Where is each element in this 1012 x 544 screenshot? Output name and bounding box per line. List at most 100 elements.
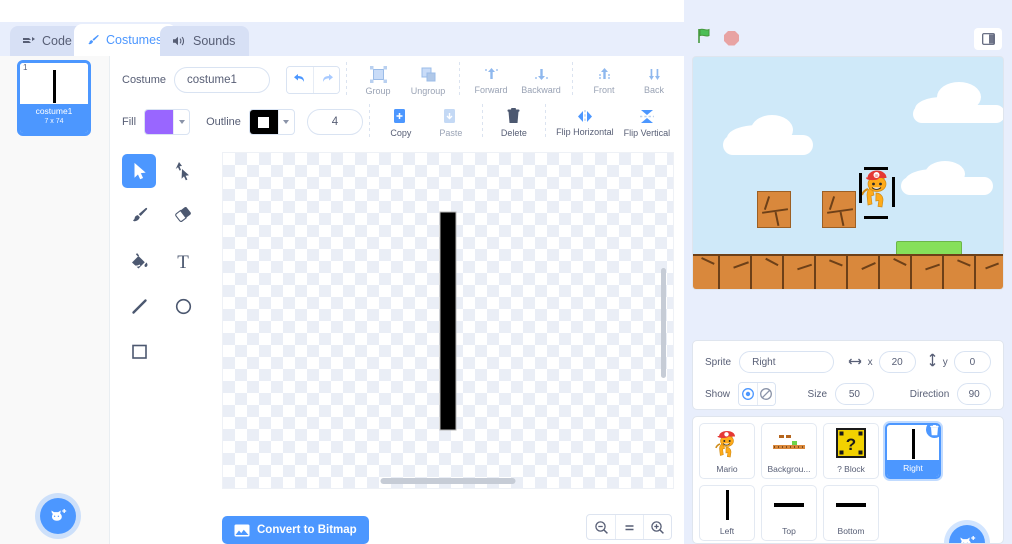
sprite-info-row-2: Show Size 50 Direction 90	[693, 382, 1003, 406]
fill-tool[interactable]	[122, 244, 156, 278]
sprite-thumbnail-mario	[700, 424, 754, 462]
forward-label: Forward	[474, 85, 508, 95]
canvas-artwork-bar[interactable]	[439, 211, 457, 430]
vertical-bar-shape	[52, 70, 56, 103]
zoom-out-icon	[594, 520, 608, 534]
convert-to-bitmap-button[interactable]: Convert to Bitmap	[222, 516, 369, 544]
rectangle-icon	[131, 344, 147, 359]
sprite-name-input[interactable]: Right	[739, 351, 834, 373]
rectangle-tool[interactable]	[122, 334, 156, 368]
fill-swatch	[145, 110, 174, 134]
delete-label: Delete	[500, 127, 527, 138]
eraser-tool[interactable]	[166, 199, 200, 233]
fill-label: Fill	[122, 116, 137, 128]
group-button[interactable]: Group	[353, 65, 403, 96]
sprite-item-mario[interactable]: Mario	[699, 423, 755, 479]
stop-icon[interactable]	[724, 30, 739, 46]
show-hidden-button[interactable]	[756, 383, 775, 405]
trash-icon	[507, 107, 520, 123]
delete-sprite-button[interactable]	[925, 425, 939, 439]
list-item[interactable]: 1 costume1 7 x 74	[17, 60, 91, 136]
front-button[interactable]: Front	[579, 65, 629, 95]
text-tool[interactable]: T	[166, 244, 200, 278]
tool-palette: T	[122, 154, 217, 379]
sprite-item-question-block[interactable]: ? ? Block	[823, 423, 879, 479]
small-stage-icon[interactable]	[979, 31, 997, 47]
backward-button[interactable]: Backward	[516, 65, 566, 95]
group-label: Group	[365, 85, 391, 96]
paint-toolbar-row-1: Costume costume1 Group Ungroup Forward B…	[110, 62, 679, 98]
tab-sounds[interactable]: Sounds	[160, 26, 250, 56]
back-icon	[648, 69, 660, 80]
ungroup-button[interactable]: Ungroup	[403, 65, 453, 96]
ungroup-label: Ungroup	[410, 85, 446, 96]
paint-canvas[interactable]	[222, 152, 674, 489]
tab-costumes-label: Costumes	[106, 33, 163, 47]
y-label: y	[942, 356, 948, 368]
fill-color-picker[interactable]	[144, 109, 191, 135]
y-input[interactable]: 0	[953, 351, 991, 373]
x-input[interactable]: 20	[878, 351, 916, 373]
flip-vertical-label: Flip Vertical	[623, 127, 671, 138]
brush-tool[interactable]	[122, 199, 156, 233]
sprite-name-background: Backgrou...	[767, 464, 811, 474]
zoom-reset-button[interactable]	[615, 515, 643, 539]
group-icon	[369, 65, 387, 83]
eraser-icon	[174, 207, 191, 222]
x-value: 20	[891, 356, 903, 368]
sprite-name-question-block: ? Block	[837, 464, 865, 474]
canvas-horizontal-scrollbar[interactable]	[380, 478, 516, 484]
cloud-2c	[913, 105, 1003, 123]
back-button[interactable]: Back	[629, 65, 679, 95]
y-value: 0	[969, 356, 976, 368]
sprite-name-right: Right	[887, 460, 939, 477]
redo-button[interactable]	[313, 67, 340, 93]
direction-input[interactable]: 90	[957, 383, 991, 405]
flip-vertical-button[interactable]: Flip Vertical	[618, 107, 676, 138]
outline-color-picker[interactable]	[248, 109, 295, 135]
sprite-info-row-1: Sprite Right x 20 y 0	[693, 350, 1003, 374]
sprite-item-right[interactable]: Right	[885, 423, 941, 479]
cloud-1c	[723, 135, 813, 155]
size-input[interactable]: 50	[835, 383, 874, 405]
stroke-width-input[interactable]: 4	[306, 109, 363, 135]
circle-tool[interactable]	[166, 289, 200, 323]
sprite-item-background[interactable]: Backgrou...	[761, 423, 817, 479]
sprite-item-top[interactable]: Top	[761, 485, 817, 541]
costume-dimensions: 7 x 74	[44, 118, 64, 125]
costume-name-input[interactable]: costume1	[174, 67, 271, 93]
select-tool[interactable]	[122, 154, 156, 188]
undo-button[interactable]	[287, 67, 314, 93]
paint-toolbar: Costume costume1 Group Ungroup Forward B…	[110, 56, 684, 148]
y-axis-icon	[928, 353, 937, 372]
undo-icon	[293, 74, 304, 82]
zoom-in-button[interactable]	[643, 515, 671, 539]
mario-cat-sprite[interactable]: m	[859, 165, 895, 221]
stage[interactable]: m	[692, 56, 1004, 290]
ungroup-icon	[421, 67, 436, 81]
sprite-item-left[interactable]: Left	[699, 485, 755, 541]
green-flag-icon[interactable]	[696, 27, 714, 50]
delete-button[interactable]: Delete	[489, 107, 539, 138]
size-value: 50	[848, 388, 860, 400]
convert-label: Convert to Bitmap	[257, 524, 357, 536]
add-sprite-button[interactable]	[949, 525, 985, 543]
paste-button[interactable]: Paste	[426, 107, 476, 138]
collision-bar-bottom	[864, 216, 888, 219]
reshape-tool[interactable]	[166, 154, 200, 188]
flip-horizontal-button[interactable]: Flip Horizontal	[552, 108, 618, 137]
copy-button[interactable]: Copy	[376, 107, 426, 138]
sprite-item-bottom[interactable]: Bottom	[823, 485, 879, 541]
zoom-out-button[interactable]	[587, 515, 615, 539]
forward-button[interactable]: Forward	[466, 65, 516, 95]
line-icon	[131, 298, 147, 314]
costume-editor-pane: 1 costume1 7 x 74 Costume costume1 Group…	[0, 56, 684, 544]
show-visible-button[interactable]	[739, 383, 757, 405]
line-tool[interactable]	[122, 289, 156, 323]
flip-vertical-icon	[639, 109, 654, 123]
add-costume-button[interactable]	[40, 498, 76, 534]
costume-name-value: costume1	[187, 74, 237, 86]
toolbar-divider-6	[544, 104, 546, 140]
collision-bar-right	[892, 177, 895, 207]
canvas-vertical-scrollbar[interactable]	[661, 268, 666, 378]
